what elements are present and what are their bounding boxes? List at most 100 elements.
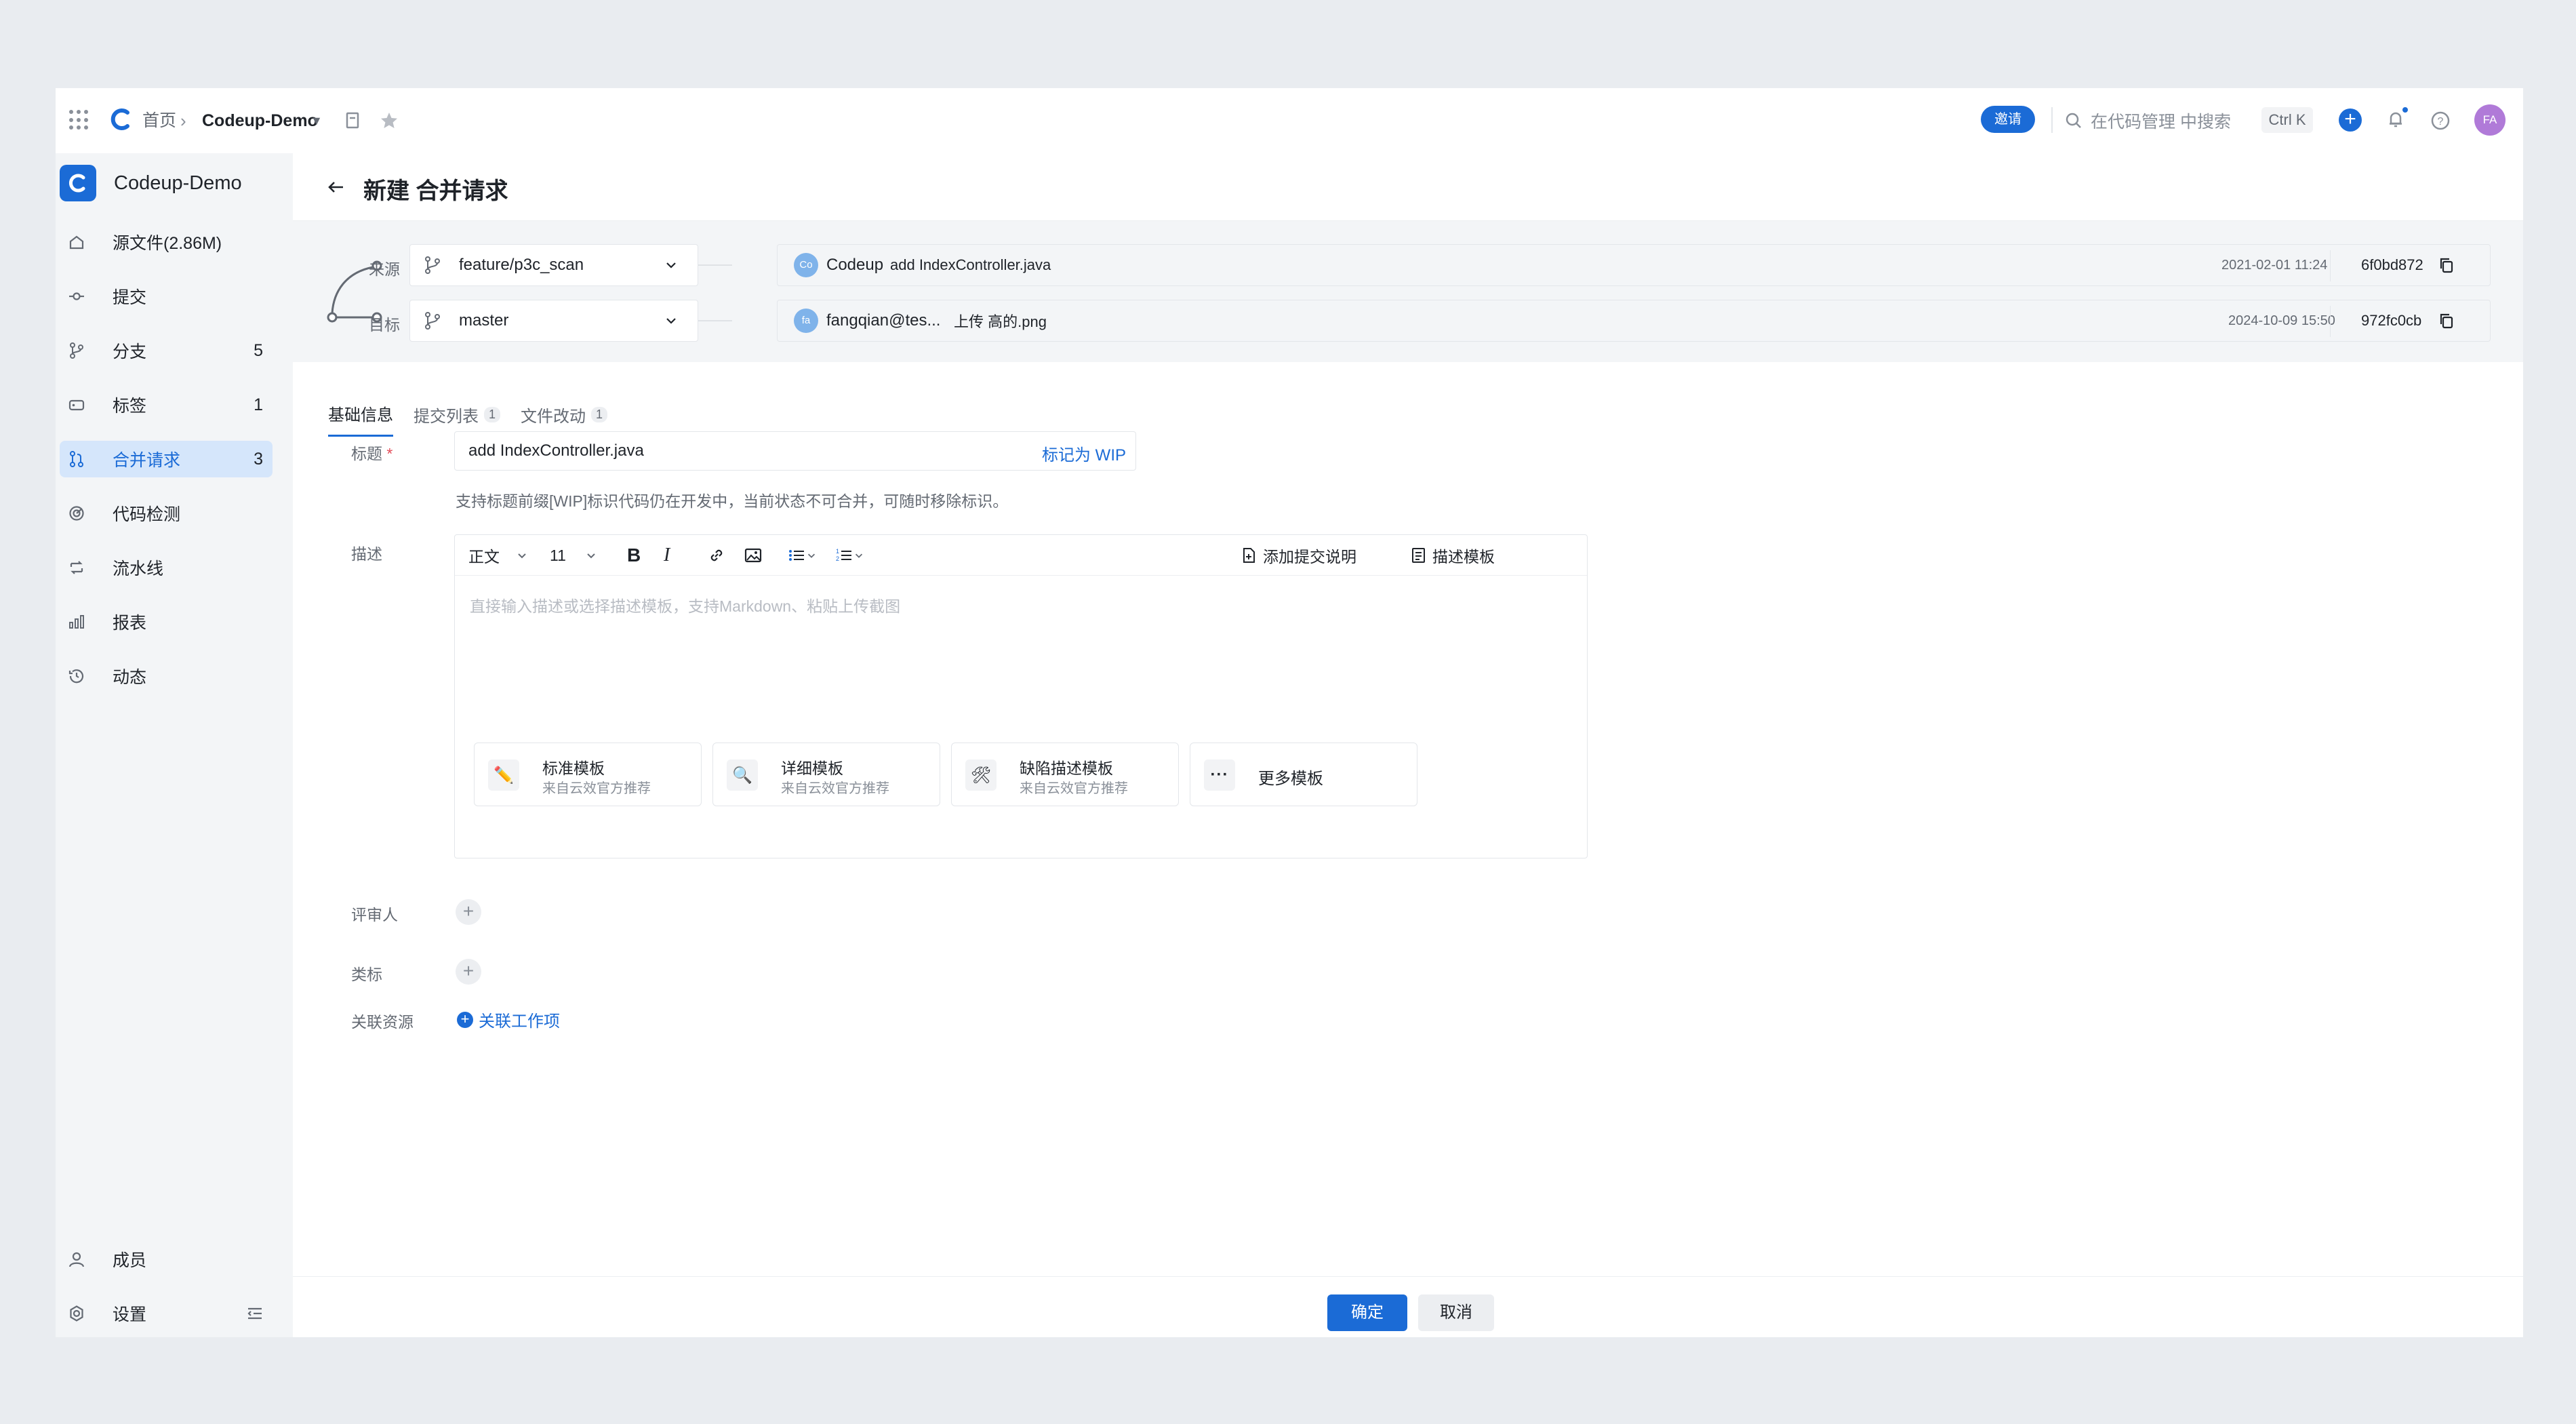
commit-sha[interactable]: 6f0bd872: [2361, 256, 2423, 274]
template-card-detailed[interactable]: 🔍 详细模板 来自云效官方推荐: [712, 743, 940, 806]
source-label: 来源: [369, 260, 400, 278]
create-plus-icon[interactable]: +: [2339, 108, 2362, 132]
copy-icon[interactable]: [2437, 311, 2456, 330]
chart-icon: [66, 612, 87, 632]
global-search[interactable]: 在代码管理 中搜索: [2064, 107, 2231, 134]
connector-line: [698, 264, 732, 266]
breadcrumb-home[interactable]: 首页: [142, 108, 176, 133]
history-icon: [66, 666, 87, 686]
commit-message[interactable]: 上传 高的.png: [954, 310, 1047, 332]
tab-label: 提交列表: [414, 407, 479, 426]
plus-circle-icon: +: [457, 1011, 473, 1028]
target-branch-value: master: [459, 311, 509, 330]
chevron-down-icon[interactable]: ▼: [310, 108, 323, 133]
sidebar-item-label: 源文件(2.86M): [113, 234, 222, 253]
source-branch-value: feature/p3c_scan: [459, 256, 584, 274]
svg-text:2: 2: [836, 555, 839, 562]
image-icon[interactable]: [744, 546, 763, 565]
sidebar-item-commits[interactable]: 提交: [60, 278, 273, 315]
magnifier-icon: 🔍: [727, 759, 758, 791]
sidebar-item-label: 报表: [113, 614, 147, 633]
sidebar: Codeup-Demo 源文件(2.86M) 提交 分支 5 标签 1 合并请求…: [56, 153, 293, 1337]
bullet-list-icon: [789, 550, 804, 561]
help-icon[interactable]: ?: [2428, 108, 2453, 133]
tab-count-badge: 1: [484, 406, 501, 422]
gear-icon: [66, 1303, 87, 1324]
svg-text:1: 1: [836, 548, 839, 555]
user-icon: [66, 1249, 87, 1269]
commit-date: 2021-02-01 11:24: [2221, 257, 2328, 273]
text-style-select[interactable]: 正文: [468, 546, 528, 566]
text-style-value: 正文: [468, 548, 500, 566]
notification-bell[interactable]: [2383, 106, 2409, 132]
template-name: 更多模板: [1258, 770, 1323, 788]
collapse-sidebar-icon[interactable]: [245, 1304, 264, 1323]
author-avatar: Co: [794, 253, 818, 277]
link-work-item[interactable]: + 关联工作项: [457, 1008, 560, 1031]
italic-icon[interactable]: I: [664, 545, 670, 566]
link-work-item-label: 关联工作项: [479, 1012, 560, 1031]
commit-message[interactable]: add IndexController.java: [890, 256, 1051, 274]
cancel-button[interactable]: 取消: [1418, 1294, 1494, 1331]
star-icon[interactable]: [377, 108, 401, 133]
add-reviewer-icon[interactable]: +: [456, 899, 481, 925]
related-resources-label: 关联资源: [351, 1013, 414, 1031]
invite-button[interactable]: 邀请: [1981, 106, 2035, 133]
sidebar-item-label: 设置: [113, 1305, 147, 1324]
add-commit-description-button[interactable]: 添加提交说明: [1240, 546, 1356, 566]
chevron-down-icon: [518, 553, 526, 559]
codeup-logo-icon[interactable]: [107, 106, 134, 133]
user-avatar[interactable]: FA: [2474, 104, 2505, 136]
add-tag-icon[interactable]: +: [456, 959, 481, 985]
sidebar-item-members[interactable]: 成员: [60, 1241, 273, 1278]
sidebar-item-files[interactable]: 源文件(2.86M): [60, 224, 273, 260]
sidebar-item-branches[interactable]: 分支 5: [60, 332, 273, 369]
chevron-down-icon: [807, 553, 816, 558]
document-icon: [1243, 548, 1255, 563]
title-hint: 支持标题前缀[WIP]标识代码仍在开发中，当前状态不可合并，可随时移除标识。: [456, 492, 1009, 510]
mark-wip-link[interactable]: 标记为 WIP: [1042, 441, 1126, 465]
sidebar-item-code-scan[interactable]: 代码检测: [60, 495, 273, 532]
sidebar-item-tags[interactable]: 标签 1: [60, 387, 273, 423]
branch-selector-panel: 来源 feature/p3c_scan Co Codeup add IndexC…: [293, 221, 2523, 362]
font-size-select[interactable]: 11: [550, 546, 597, 565]
back-arrow-icon[interactable]: [324, 175, 348, 199]
ordered-list-select[interactable]: 12: [834, 546, 864, 565]
form-footer: 确定 取消: [293, 1276, 2523, 1337]
source-branch-select[interactable]: feature/p3c_scan: [409, 244, 698, 286]
template-card-standard[interactable]: ✏️ 标准模板 来自云效官方推荐: [474, 743, 702, 806]
project-header[interactable]: Codeup-Demo: [60, 164, 242, 202]
link-icon[interactable]: [707, 546, 726, 565]
tools-icon: 🛠: [965, 759, 997, 791]
template-card-bug[interactable]: 🛠 缺陷描述模板 来自云效官方推荐: [951, 743, 1179, 806]
target-branch-select[interactable]: master: [409, 300, 698, 342]
add-commit-description-label: 添加提交说明: [1263, 548, 1356, 566]
sidebar-item-merge-requests[interactable]: 合并请求 3: [60, 441, 273, 477]
confirm-button[interactable]: 确定: [1327, 1294, 1407, 1331]
description-template-button[interactable]: 描述模板: [1409, 546, 1495, 566]
bullet-list-select[interactable]: [787, 546, 817, 565]
app-window: 首页 › Codeup-Demo ▼ 邀请 在代码管理 中搜索 Ctrl K +: [56, 88, 2523, 1337]
template-card-more[interactable]: ··· 更多模板: [1190, 743, 1417, 806]
sidebar-item-pipeline[interactable]: 流水线: [60, 549, 273, 586]
bookmark-icon[interactable]: [340, 108, 365, 133]
app-grid-icon[interactable]: [69, 110, 89, 130]
branch-icon: [66, 340, 87, 361]
bold-icon[interactable]: B: [627, 545, 641, 566]
commit-icon: [66, 286, 87, 306]
breadcrumb-repo[interactable]: Codeup-Demo: [202, 108, 318, 133]
branch-icon: [425, 312, 440, 330]
sidebar-item-label: 成员: [113, 1251, 147, 1270]
sidebar-item-settings[interactable]: 设置: [60, 1295, 273, 1332]
required-mark: *: [386, 445, 393, 462]
description-editor[interactable]: 正文 11 B I 12 添加提交说明 描述模板 直接输入描述或选择描述模板，支…: [454, 534, 1588, 858]
commit-sha[interactable]: 972fc0cb: [2361, 312, 2421, 330]
sidebar-item-reports[interactable]: 报表: [60, 604, 273, 640]
title-input[interactable]: add IndexController.java 标记为 WIP: [454, 431, 1136, 471]
sidebar-item-label: 提交: [113, 288, 147, 307]
copy-icon[interactable]: [2437, 256, 2456, 275]
sidebar-item-activity[interactable]: 动态: [60, 658, 273, 694]
sidebar-item-count: 1: [254, 395, 263, 414]
tab-basic-info[interactable]: 基础信息: [328, 401, 393, 437]
project-name: Codeup-Demo: [114, 172, 242, 194]
